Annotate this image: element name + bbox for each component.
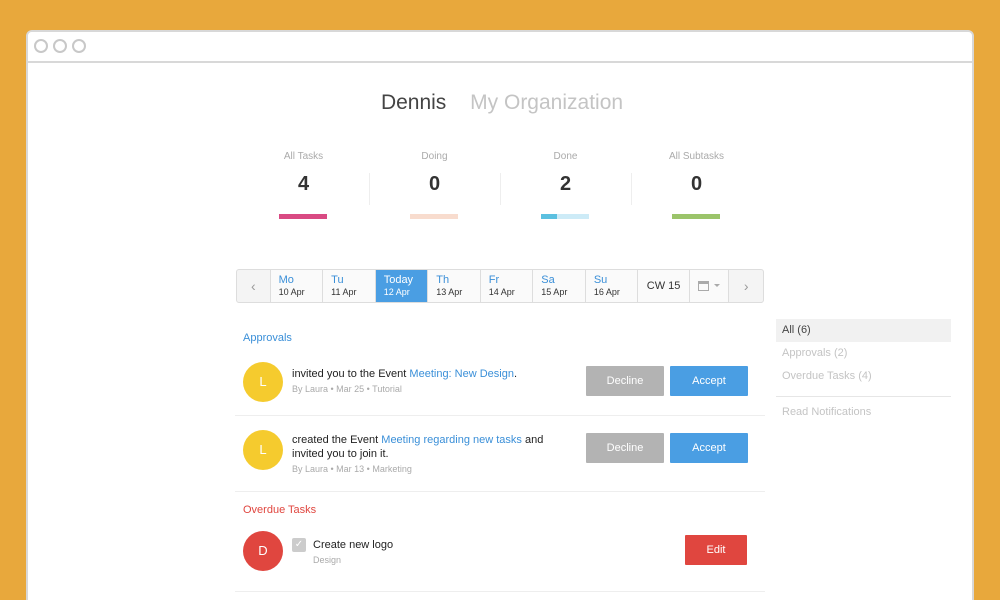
- window-close-icon[interactable]: [34, 39, 48, 53]
- calendar-day-mo[interactable]: Mo 10 Apr: [270, 270, 324, 302]
- day-date: 10 Apr: [278, 287, 305, 297]
- overdue-heading: Overdue Tasks: [243, 504, 317, 516]
- tab-dennis[interactable]: Dennis: [381, 91, 446, 115]
- accept-button[interactable]: Accept: [670, 433, 748, 463]
- decline-button[interactable]: Decline: [586, 366, 664, 396]
- approval-text-before: invited you to the Event: [292, 368, 410, 380]
- filter-approvals[interactable]: Approvals (2): [776, 342, 951, 365]
- day-name: Fr: [488, 274, 500, 286]
- day-name: Su: [593, 274, 608, 286]
- dashboard: Dennis My Organization All Tasks 4 Doing…: [28, 63, 972, 600]
- calendar-week-label: CW 15: [638, 270, 690, 302]
- day-date: 15 Apr: [541, 287, 568, 297]
- stat-bar: [410, 214, 458, 219]
- day-date: 11 Apr: [331, 287, 357, 297]
- calendar-day-today[interactable]: Today 12 Apr: [375, 270, 429, 302]
- notification-filter-sidebar: All (6) Approvals (2) Overdue Tasks (4) …: [776, 319, 951, 424]
- calendar-picker-button[interactable]: [689, 270, 730, 302]
- event-link[interactable]: Meeting regarding new tasks: [381, 434, 522, 446]
- stat-value: 0: [428, 173, 441, 195]
- day-date: 12 Apr: [383, 287, 410, 297]
- stat-all-tasks[interactable]: All Tasks 4: [238, 151, 369, 219]
- event-link[interactable]: Meeting: New Design: [409, 368, 514, 380]
- approval-text: created the Event Meeting regarding new …: [292, 433, 543, 475]
- approval-text: invited you to the Event Meeting: New De…: [292, 367, 517, 395]
- day-name: Th: [436, 274, 450, 286]
- day-name: Mo: [278, 274, 294, 286]
- stat-bar: [672, 214, 720, 219]
- divider: [235, 491, 765, 492]
- stat-done[interactable]: Done 2: [500, 151, 631, 219]
- stat-label: Done: [553, 151, 578, 162]
- stat-label: All Tasks: [283, 151, 324, 162]
- week-calendar: ‹ Mo 10 Apr Tu 11 Apr Today 12 Apr Th 13…: [236, 269, 764, 303]
- approval-text-after: .: [513, 368, 518, 380]
- day-date: 14 Apr: [488, 287, 515, 297]
- decline-button[interactable]: Decline: [586, 433, 664, 463]
- stat-label: All Subtasks: [668, 151, 725, 162]
- task-meta: Design: [313, 555, 342, 565]
- task-title: Create new logo: [313, 539, 394, 551]
- read-notifications-link[interactable]: Read Notifications: [776, 401, 951, 424]
- browser-window: Dennis My Organization All Tasks 4 Doing…: [26, 30, 974, 600]
- task-checkbox[interactable]: ✓: [292, 538, 306, 552]
- tab-my-organization[interactable]: My Organization: [470, 91, 623, 115]
- window-titlebar: [28, 32, 972, 63]
- avatar: L: [243, 430, 283, 470]
- calendar-day-th[interactable]: Th 13 Apr: [428, 270, 481, 302]
- stats-panel: All Tasks 4 Doing 0 Done 2 All Subtasks: [238, 151, 762, 231]
- task-item: D ✓ Create new logo Design Edit: [235, 527, 765, 587]
- approval-meta: By Laura • Mar 25 • Tutorial: [292, 384, 402, 394]
- day-name: Today: [383, 274, 414, 286]
- divider: [776, 396, 951, 397]
- chevron-left-icon: ‹: [250, 278, 256, 294]
- stat-all-subtasks[interactable]: All Subtasks 0: [631, 151, 762, 219]
- divider: [235, 591, 765, 592]
- calendar-day-fr[interactable]: Fr 14 Apr: [480, 270, 534, 302]
- day-date: 13 Apr: [436, 287, 463, 297]
- chevron-right-icon: ›: [743, 278, 749, 294]
- calendar-prev-button[interactable]: ‹: [237, 270, 271, 302]
- stat-bar: [279, 214, 327, 219]
- divider: [235, 415, 765, 416]
- filter-all[interactable]: All (6): [776, 319, 951, 342]
- stat-value: 0: [690, 173, 703, 195]
- avatar: L: [243, 362, 283, 402]
- approval-text-line2: invited you to join it.: [292, 448, 389, 460]
- edit-button[interactable]: Edit: [685, 535, 747, 565]
- stat-value: 4: [297, 173, 310, 195]
- approval-text-before: created the Event: [292, 434, 382, 446]
- avatar: D: [243, 531, 283, 571]
- approval-item: L created the Event Meeting regarding ne…: [235, 425, 765, 485]
- caret-down-icon: [713, 284, 720, 287]
- window-minimize-icon[interactable]: [53, 39, 67, 53]
- approval-meta: By Laura • Mar 13 • Marketing: [292, 464, 412, 474]
- task-text: Create new logo Design: [313, 538, 393, 566]
- approval-item: L invited you to the Event Meeting: New …: [235, 356, 765, 406]
- stat-progress-bar: [541, 214, 589, 219]
- calendar-day-tu[interactable]: Tu 11 Apr: [323, 270, 376, 302]
- stat-value: 2: [559, 173, 572, 195]
- stat-doing[interactable]: Doing 0: [369, 151, 500, 219]
- day-date: 16 Apr: [593, 287, 620, 297]
- window-maximize-icon[interactable]: [72, 39, 86, 53]
- approvals-heading: Approvals: [243, 332, 292, 344]
- user-switch: Dennis My Organization: [28, 91, 972, 115]
- stat-label: Doing: [421, 151, 448, 162]
- calendar-icon: [697, 281, 709, 291]
- accept-button[interactable]: Accept: [670, 366, 748, 396]
- filter-overdue-tasks[interactable]: Overdue Tasks (4): [776, 365, 951, 388]
- calendar-next-button[interactable]: ›: [729, 270, 763, 302]
- approval-text-after: and: [521, 434, 544, 446]
- stat-progress-fill: [541, 214, 558, 219]
- day-name: Tu: [331, 274, 344, 286]
- day-name: Sa: [541, 274, 555, 286]
- calendar-day-sa[interactable]: Sa 15 Apr: [533, 270, 586, 302]
- calendar-day-su[interactable]: Su 16 Apr: [585, 270, 639, 302]
